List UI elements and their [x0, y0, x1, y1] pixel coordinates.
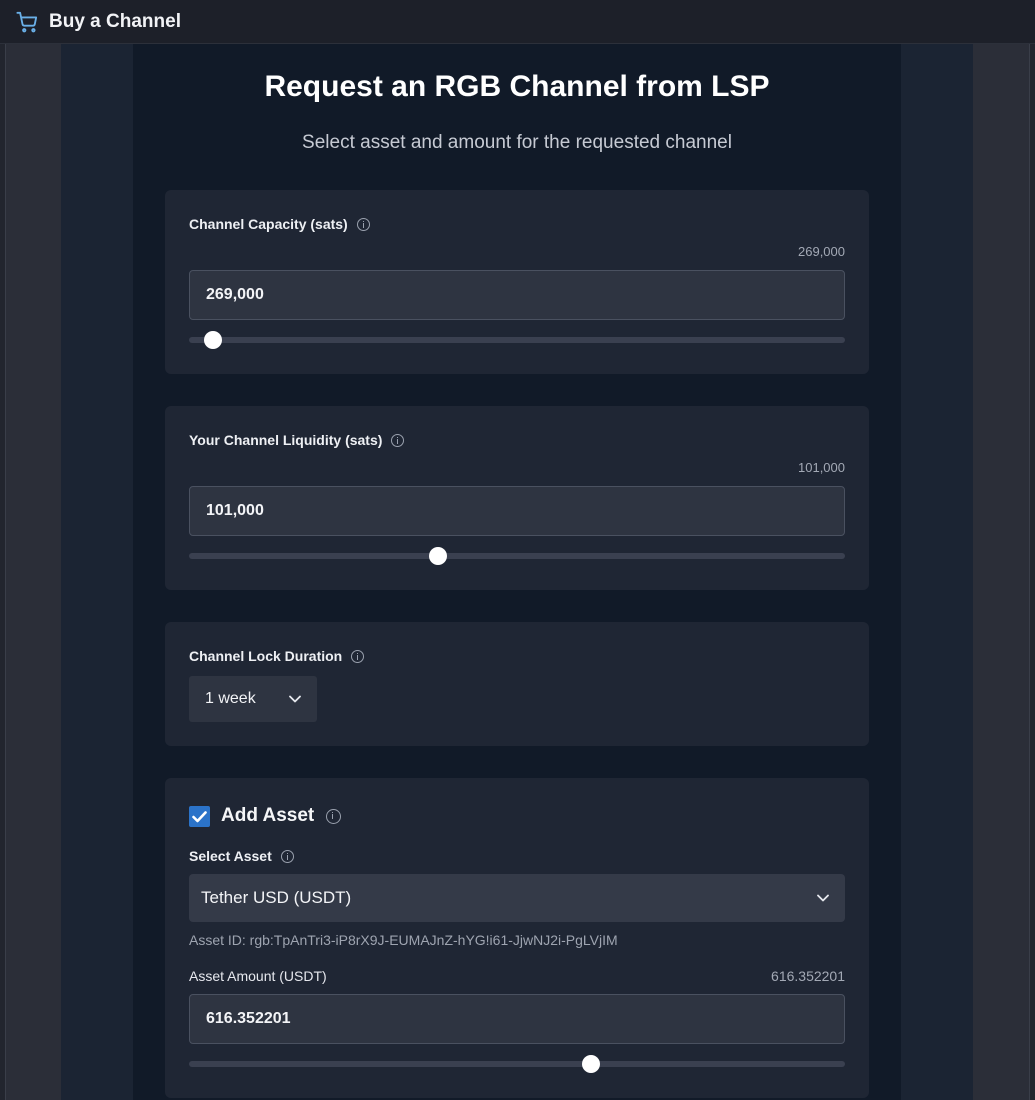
slider-thumb[interactable] — [429, 547, 448, 565]
checkmark-icon — [192, 810, 207, 822]
select-asset-label-row: Select Asset — [189, 848, 294, 864]
channel-liquidity-slider[interactable] — [189, 547, 845, 565]
info-icon[interactable] — [326, 808, 342, 824]
chevron-down-icon — [817, 894, 829, 902]
page-title: Request an RGB Channel from LSP — [264, 70, 770, 103]
select-asset-label: Select Asset — [189, 848, 272, 864]
channel-capacity-label-row: Channel Capacity (sats) — [189, 216, 370, 232]
asset-amount-slider[interactable] — [189, 1055, 845, 1073]
add-asset-checkbox[interactable] — [189, 806, 210, 827]
channel-liquidity-input[interactable]: 101,000 — [189, 486, 845, 536]
channel-capacity-max: 269,000 — [798, 244, 845, 259]
info-icon[interactable] — [391, 433, 405, 447]
asset-amount-label: Asset Amount (USDT) — [189, 968, 327, 984]
channel-capacity-input[interactable]: 269,000 — [189, 270, 845, 320]
channel-capacity-slider[interactable] — [189, 331, 845, 349]
top-bar: Buy a Channel — [0, 0, 1035, 44]
asset-amount-input[interactable]: 616.352201 — [189, 994, 845, 1044]
select-asset-value: Tether USD (USDT) — [201, 888, 352, 907]
page-subtitle: Select asset and amount for the requeste… — [302, 132, 732, 153]
info-icon[interactable] — [356, 217, 370, 231]
asset-id-text: Asset ID: rgb:TpAnTri3-iP8rX9J-EUMAJnZ-h… — [189, 932, 618, 948]
lock-duration-select[interactable]: 1 week — [189, 676, 317, 722]
channel-capacity-label: Channel Capacity (sats) — [189, 216, 348, 232]
lock-duration-label: Channel Lock Duration — [189, 648, 343, 664]
add-asset-label: Add Asset — [221, 805, 315, 826]
chevron-down-icon — [289, 695, 301, 703]
slider-thumb[interactable] — [203, 331, 222, 349]
asset-amount-max: 616.352201 — [771, 968, 845, 984]
add-asset-label-row: Add Asset — [221, 805, 342, 827]
select-asset-dropdown[interactable]: Tether USD (USDT) — [189, 874, 845, 922]
add-asset-card: Add Asset Select Asset Tether USD (USDT)… — [165, 778, 869, 1098]
shopping-cart-icon — [16, 11, 38, 33]
app-title: Buy a Channel — [49, 10, 181, 32]
lock-duration-card: Channel Lock Duration 1 week — [165, 622, 869, 746]
asset-amount-label-row: Asset Amount (USDT) — [189, 968, 327, 984]
info-icon[interactable] — [280, 849, 294, 863]
channel-liquidity-label-row: Your Channel Liquidity (sats) — [189, 432, 405, 448]
channel-liquidity-label: Your Channel Liquidity (sats) — [189, 432, 383, 448]
channel-liquidity-max: 101,000 — [798, 460, 845, 475]
channel-liquidity-card: Your Channel Liquidity (sats) 101,000 10… — [165, 406, 869, 590]
lock-duration-value: 1 week — [205, 690, 256, 707]
info-icon[interactable] — [351, 649, 365, 663]
slider-thumb[interactable] — [582, 1055, 601, 1073]
lock-duration-label-row: Channel Lock Duration — [189, 648, 365, 664]
channel-capacity-card: Channel Capacity (sats) 269,000 269,000 — [165, 190, 869, 374]
